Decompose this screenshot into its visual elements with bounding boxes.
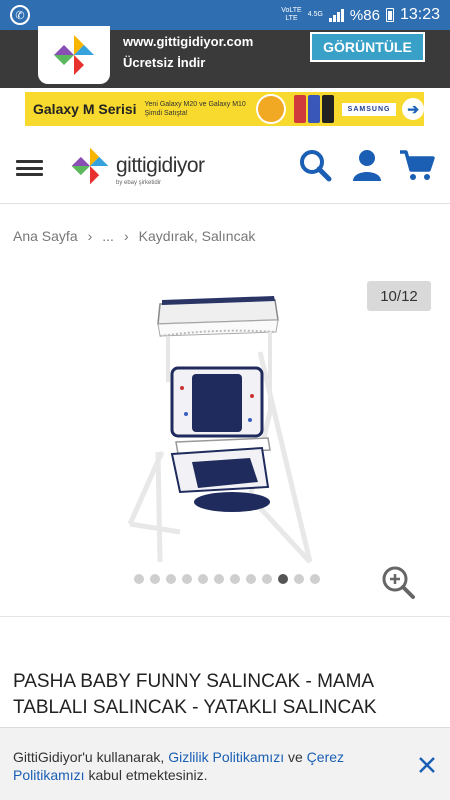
cart-icon[interactable] bbox=[398, 148, 436, 182]
cookie-suffix: kabul etmektesiniz. bbox=[84, 767, 208, 783]
ad-seal-icon bbox=[256, 94, 286, 124]
signal-icon bbox=[328, 8, 344, 22]
gallery-pagination bbox=[134, 574, 320, 584]
product-title: PASHA BABY FUNNY SALINCAK - MAMA TABLALI… bbox=[13, 671, 377, 718]
breadcrumb-category[interactable]: Kaydırak, Salıncak bbox=[139, 228, 256, 244]
cookie-prefix: GittiGidiyor'u kullanarak, bbox=[13, 749, 169, 765]
whatsapp-notification-icon: ✆ bbox=[10, 5, 30, 25]
view-app-button[interactable]: GÖRÜNTÜLE bbox=[310, 32, 425, 62]
page-dot[interactable] bbox=[198, 574, 208, 584]
chevron-right-icon: › bbox=[87, 228, 93, 244]
product-gallery[interactable]: 10/12 bbox=[0, 262, 450, 617]
cookie-notice: GittiGidiyor'u kullanarak, Gizlilik Poli… bbox=[0, 727, 450, 800]
cookie-text: GittiGidiyor'u kullanarak, Gizlilik Poli… bbox=[13, 748, 383, 784]
battery-icon bbox=[385, 8, 394, 22]
page-dot[interactable] bbox=[134, 574, 144, 584]
page-dot[interactable] bbox=[246, 574, 256, 584]
page-dot-active[interactable] bbox=[278, 574, 288, 584]
page-dot[interactable] bbox=[262, 574, 272, 584]
page-dot[interactable] bbox=[294, 574, 304, 584]
ad-brand: SAMSUNG bbox=[341, 102, 397, 116]
product-image[interactable] bbox=[120, 292, 330, 572]
ad-banner-wrap: Galaxy M Serisi Yeni Galaxy M20 ve Galax… bbox=[0, 88, 450, 128]
app-subtitle: Ücretsiz İndir bbox=[123, 55, 206, 70]
status-indicators: VoLTE LTE 4.5G %86 13:23 bbox=[281, 6, 440, 24]
app-url: www.gittigidiyor.com bbox=[123, 34, 254, 49]
breadcrumb-ellipsis[interactable]: ... bbox=[102, 228, 114, 244]
app-logo-icon bbox=[38, 26, 110, 84]
privacy-policy-link[interactable]: Gizlilik Politikamızı bbox=[168, 749, 284, 765]
ad-subtext: Yeni Galaxy M20 ve Galaxy M10 Şimdi Satı… bbox=[144, 101, 246, 117]
search-icon[interactable] bbox=[298, 148, 332, 182]
page-dot[interactable] bbox=[214, 574, 224, 584]
logo-mark-icon bbox=[71, 147, 109, 185]
image-counter: 10/12 bbox=[367, 281, 431, 311]
logo-wordmark: gittigidiyor bbox=[116, 154, 205, 177]
user-icon[interactable] bbox=[352, 148, 382, 182]
breadcrumb: Ana Sayfa › ... › Kaydırak, Salıncak bbox=[13, 228, 255, 244]
logo-subtext: by ebay şirketidir bbox=[116, 180, 162, 186]
ad-headline: Galaxy M Serisi bbox=[33, 101, 137, 117]
network-type: VoLTE LTE bbox=[281, 7, 302, 22]
page-dot[interactable] bbox=[182, 574, 192, 584]
page-dot[interactable] bbox=[310, 574, 320, 584]
site-logo[interactable]: gittigidiyor by ebay şirketidir bbox=[68, 144, 205, 188]
ad-phones-image bbox=[293, 95, 334, 123]
page-dot[interactable] bbox=[166, 574, 176, 584]
clock: 13:23 bbox=[399, 6, 440, 23]
site-header: gittigidiyor by ebay şirketidir bbox=[0, 128, 450, 204]
page-dot[interactable] bbox=[150, 574, 160, 584]
app-install-banner: www.gittigidiyor.com Ücretsiz İndir GÖRÜ… bbox=[0, 26, 450, 88]
data-gen-indicator: 4.5G bbox=[307, 11, 323, 18]
menu-icon[interactable] bbox=[16, 160, 43, 176]
zoom-in-icon[interactable] bbox=[378, 562, 418, 602]
breadcrumb-home[interactable]: Ana Sayfa bbox=[13, 228, 78, 244]
ad-banner[interactable]: Galaxy M Serisi Yeni Galaxy M20 ve Galax… bbox=[25, 92, 424, 126]
cookie-middle: ve bbox=[284, 749, 307, 765]
ad-arrow-icon[interactable]: ➔ bbox=[402, 98, 424, 120]
page-dot[interactable] bbox=[230, 574, 240, 584]
chevron-right-icon: › bbox=[123, 228, 129, 244]
battery-percent: %86 bbox=[349, 6, 380, 24]
close-icon[interactable] bbox=[416, 754, 438, 776]
